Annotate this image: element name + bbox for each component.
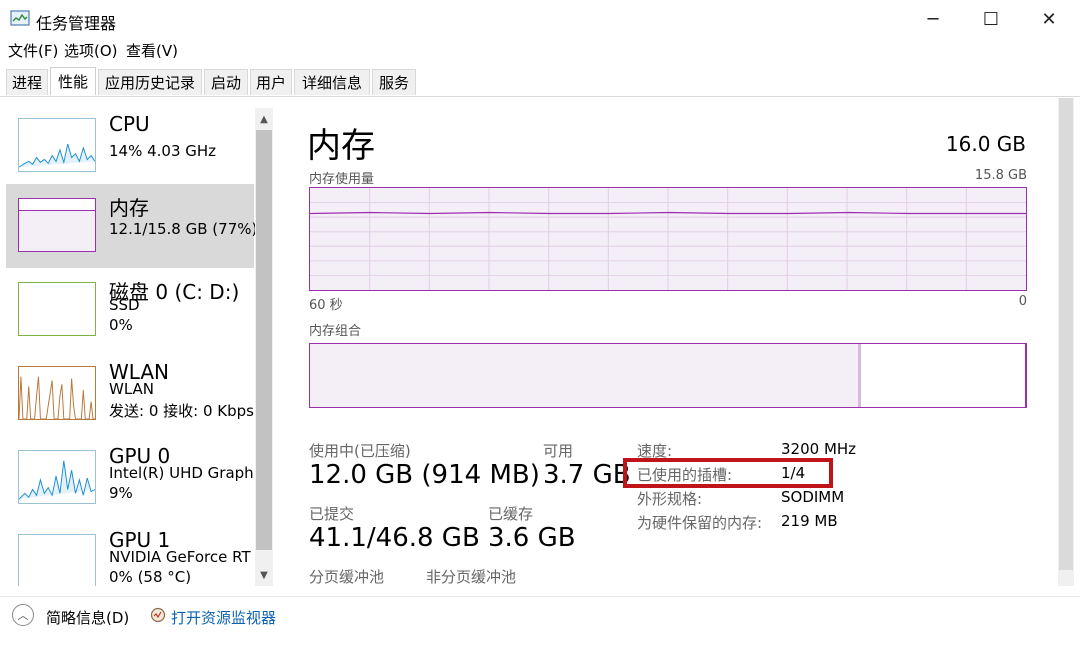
sidebar-item-usage: 9% [109, 484, 133, 502]
hardware-reserved-value: 219 MB [781, 512, 838, 530]
sidebar-item-usage: 0% [109, 316, 133, 334]
available-value: 3.7 GB [543, 460, 631, 490]
speed-value: 3200 MHz [781, 440, 857, 458]
total-memory: 16.0 GB [945, 132, 1026, 156]
nonpaged-pool-label: 非分页缓冲池 [426, 568, 517, 586]
form-factor-value: SODIMM [781, 488, 845, 506]
minimize-button[interactable]: ─ [904, 0, 962, 38]
gpu1-thumbnail-graph [18, 534, 96, 586]
memory-composition-bar [309, 343, 1027, 408]
sidebar-item-disk[interactable]: 磁盘 0 (C: D:) SSD 0% [6, 268, 254, 352]
sidebar-item-throughput: 发送: 0 接收: 0 Kbps [109, 402, 254, 420]
committed-label: 已提交 [309, 505, 355, 523]
open-resource-monitor-link[interactable]: 打开资源监视器 [171, 607, 276, 628]
sidebar-item-gpu1[interactable]: GPU 1 NVIDIA GeForce RT 0% (58 °C) [6, 520, 254, 586]
form-factor-label: 外形规格: [637, 490, 703, 508]
resource-list: CPU 14% 4.03 GHz 内存 12.1/15.8 GB (77%) 磁… [6, 104, 274, 586]
composition-label: 内存组合 [309, 324, 362, 339]
resource-monitor-icon [150, 607, 166, 623]
graph-time-end: 0 [1018, 294, 1027, 309]
tab-app-history[interactable]: 应用历史记录 [98, 69, 202, 95]
graph-time-start: 60 秒 [309, 298, 343, 313]
disk-thumbnail-graph [18, 282, 96, 336]
scroll-up-icon[interactable]: ▲ [255, 110, 273, 128]
sidebar-item-detail: Intel(R) UHD Graph [109, 464, 254, 482]
sidebar-item-detail: WLAN [109, 380, 155, 398]
collapse-chevron-icon[interactable]: ︿ [12, 604, 34, 626]
tab-performance[interactable]: 性能 [50, 67, 96, 95]
cached-value: 3.6 GB [488, 523, 576, 553]
menu-file[interactable]: 文件(F) [8, 40, 58, 61]
tab-users[interactable]: 用户 [250, 69, 292, 95]
sidebar-scroll-thumb[interactable] [256, 130, 272, 550]
hardware-reserved-label: 为硬件保留的内存: [637, 514, 763, 532]
slots-highlight-box [623, 458, 833, 488]
minimize-icon: ─ [927, 8, 939, 30]
sidebar-item-detail: 14% 4.03 GHz [109, 142, 217, 160]
sidebar-item-title: 内存 [109, 196, 149, 220]
tab-processes[interactable]: 进程 [6, 69, 48, 95]
in-use-value: 12.0 GB (914 MB) [309, 460, 540, 490]
composition-in-use [310, 344, 862, 407]
wlan-thumbnail-graph [18, 366, 96, 420]
menu-options[interactable]: 选项(O) [64, 40, 118, 61]
sidebar-item-detail: 12.1/15.8 GB (77%) [109, 220, 258, 238]
close-button[interactable]: ✕ [1020, 0, 1078, 38]
sidebar-item-detail: NVIDIA GeForce RT [109, 548, 251, 566]
main-scroll-thumb[interactable] [1059, 98, 1073, 570]
usage-graph-max: 15.8 GB [974, 168, 1027, 183]
in-use-label: 使用中(已压缩) [309, 442, 411, 460]
sidebar-item-usage: 0% (58 °C) [109, 568, 192, 586]
maximize-button[interactable]: ☐ [962, 0, 1020, 38]
tab-startup[interactable]: 启动 [204, 69, 248, 95]
sidebar-item-cpu[interactable]: CPU 14% 4.03 GHz [6, 104, 254, 188]
scroll-down-icon[interactable]: ▼ [255, 566, 273, 584]
sidebar-item-wlan[interactable]: WLAN WLAN 发送: 0 接收: 0 Kbps [6, 352, 254, 436]
menu-view[interactable]: 查看(V) [126, 40, 178, 61]
usage-graph-label: 内存使用量 [309, 172, 375, 187]
sidebar-item-gpu0[interactable]: GPU 0 Intel(R) UHD Graph 9% [6, 436, 254, 520]
sidebar-item-memory[interactable]: 内存 12.1/15.8 GB (77%) [6, 184, 258, 268]
maximize-icon: ☐ [982, 8, 1000, 30]
fewer-details-button[interactable]: 简略信息(D) [46, 607, 129, 628]
page-title: 内存 [307, 126, 375, 166]
tab-details[interactable]: 详细信息 [294, 69, 370, 95]
committed-value: 41.1/46.8 GB [309, 523, 480, 553]
gpu0-thumbnail-graph [18, 450, 96, 504]
paged-pool-label: 分页缓冲池 [309, 568, 385, 586]
memory-thumbnail-graph [18, 198, 96, 252]
close-icon: ✕ [1041, 8, 1057, 30]
sidebar-item-title: CPU [109, 112, 150, 136]
composition-end [1025, 344, 1026, 407]
cpu-thumbnail-graph [18, 118, 96, 172]
available-label: 可用 [543, 442, 574, 460]
tab-services[interactable]: 服务 [372, 69, 416, 95]
window-title: 任务管理器 [36, 14, 117, 33]
memory-usage-graph [309, 187, 1027, 291]
sidebar-item-detail: SSD [109, 296, 140, 314]
task-manager-icon [10, 10, 30, 26]
cached-label: 已缓存 [488, 505, 534, 523]
